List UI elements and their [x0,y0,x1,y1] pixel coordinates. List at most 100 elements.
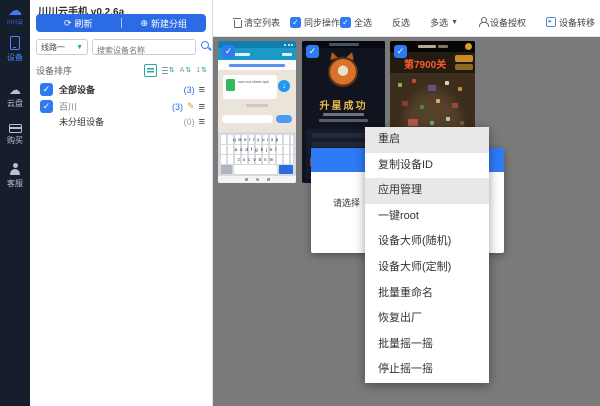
group-row-ungrouped[interactable]: 未分组设备 (0) ≡ [36,114,207,129]
download-icon: ↓ [278,80,290,92]
device-authorize-label: 设备授权 [490,16,526,29]
device-checkbox-checked[interactable]: ✓ [222,45,235,58]
logo-text: 川川云 [2,17,29,25]
sidebar-item-label: 云盘 [7,98,23,109]
device-transfer-label: 设备转移 [559,16,595,29]
app-logo: ☁ 川川云 [0,4,30,26]
device-transfer-button[interactable]: 设备转移 [546,16,595,29]
menu-item-app-manage[interactable]: 应用管理 [365,178,489,204]
checkbox-checked[interactable]: ✓ [40,83,53,96]
content-area: 清空列表 ✓ 同步操作 ✓ 全选 反选 多选 ▼ [213,0,600,406]
chat-input [222,115,273,123]
device-card-1[interactable]: com.sd.client.apk ↓ qwertyuiop asdfghjkl… [218,41,296,183]
sync-operation-label: 同步操作 [304,16,340,29]
sort-by-name-icon[interactable]: A⇅ [180,66,192,74]
transfer-icon [546,17,556,27]
group-label: 百川 [59,100,77,113]
keyboard-bottom-row [221,165,293,174]
checkbox-checked[interactable]: ✓ [40,100,53,113]
apk-file-icon [226,79,235,91]
game-banner-text: 升星成功 [302,97,385,112]
toolbar: 清空列表 ✓ 同步操作 ✓ 全选 反选 多选 ▼ [213,0,600,37]
menu-item-one-key-root[interactable]: 一键root [365,204,489,230]
drag-handle-icon[interactable]: ≡ [199,102,205,112]
sidebar-item-devices[interactable]: 设备 [0,36,30,63]
invert-selection-label: 反选 [392,16,410,29]
refresh-button[interactable]: ⟳ 刷新 [36,14,121,32]
device-checkbox-checked[interactable]: ✓ [306,45,319,58]
game-button [455,64,473,70]
invert-selection-button[interactable]: 反选 [392,16,410,29]
menu-item-batch-shake[interactable]: 批量摇一摇 [365,332,489,358]
file-message-bubble: com.sd.client.apk [223,75,277,99]
select-all-label: 全选 [354,16,372,29]
sort-by-number-icon[interactable]: 1⇅ [196,66,207,74]
menu-item-device-master-custom[interactable]: 设备大师(定制) [365,255,489,281]
device-authorize-button[interactable]: 设备授权 [478,16,526,29]
phone-nav-bar [218,176,296,183]
chat-date-divider [246,104,268,107]
apk-file-name: com.sd.client.apk [238,79,272,84]
enter-key [279,165,293,174]
search-icon[interactable] [201,41,209,49]
sidebar-item-support[interactable]: 客服 [0,163,30,189]
search-input[interactable] [93,44,195,58]
chevron-down-icon: ▼ [451,19,458,26]
cloud-logo-icon: ☁ [0,4,30,17]
chevron-down-icon: ▼ [76,44,83,51]
sidebar-item-cloud-disk[interactable]: ☁ 云盘 [0,84,30,109]
checkbox-checked[interactable]: ✓ [340,17,351,28]
keyboard-row: zxcvbnm [221,155,293,164]
device-checkbox-checked[interactable]: ✓ [394,45,407,58]
phone-icon [10,36,20,50]
sort-icons: ⇅ A⇅ 1⇅ [144,64,207,77]
sidebar-item-label: 设备 [7,52,23,63]
view-mode-icon[interactable] [144,64,157,77]
keyboard-row: asdfghjkl [221,145,293,154]
drag-handle-icon[interactable]: ≡ [199,85,205,95]
group-label: 未分组设备 [59,115,104,128]
sidebar-item-purchase[interactable]: 购买 [0,124,30,146]
trash-icon [233,18,241,27]
game-text-line [319,119,368,122]
menu-item-device-master-random[interactable]: 设备大师(随机) [365,229,489,255]
group-label: 全部设备 [59,83,95,96]
sidebar-item-label: 客服 [7,178,23,189]
drag-handle-icon[interactable]: ≡ [199,117,205,127]
app-window: ☁ 川川云 设备 ☁ 云盘 购买 客服 川川云手机 v0.2.6a ⟳ 刷新 [0,0,600,406]
keyboard-row: qwertyuiop [221,135,293,144]
sidebar-item-label: 购买 [7,135,23,146]
new-group-button[interactable]: ⊕ 新建分组 [122,14,207,32]
game-level-text: 第7900关 [404,56,446,71]
group-row-baichuan[interactable]: ✓ 百川 (3) ✎ ≡ [36,99,207,114]
group-row-all-devices[interactable]: ✓ 全部设备 (3) ≡ [36,82,207,97]
checkbox-checked[interactable]: ✓ [290,17,301,28]
sort-by-list-icon[interactable]: ⇅ [162,66,175,74]
coin-icon [465,43,472,50]
chat-input-row [222,114,292,124]
menu-item-batch-rename[interactable]: 批量重命名 [365,281,489,307]
phone-keyboard: qwertyuiop asdfghjkl zxcvbnm [218,132,296,176]
edit-pencil-icon[interactable]: ✎ [187,101,195,112]
sync-operation-toggle[interactable]: ✓ 同步操作 [290,16,340,29]
sort-row: 设备排序 ⇅ A⇅ 1⇅ [36,62,207,78]
menu-item-copy-device-id[interactable]: 复制设备ID [365,153,489,179]
search-box [92,39,196,55]
device-count: (0) [184,117,195,127]
chat-area: com.sd.client.apk ↓ [218,70,296,132]
device-count: (3) [184,85,195,95]
game-text-line [323,113,364,116]
game-button [455,55,473,62]
menu-item-stop-shake[interactable]: 停止摇一摇 [365,357,489,383]
device-list-panel: 川川云手机 v0.2.6a ⟳ 刷新 ⊕ 新建分组 线路一 ▼ 设备排序 ⇅ [30,0,213,406]
device-action-menu: 重启 复制设备ID 应用管理 一键root 设备大师(随机) 设备大师(定制) … [365,127,489,383]
line-select-dropdown[interactable]: 线路一 ▼ [36,39,88,55]
send-button [276,115,292,123]
menu-item-restart[interactable]: 重启 [365,127,489,153]
menu-item-factory-reset[interactable]: 恢复出厂 [365,306,489,332]
multi-select-dropdown[interactable]: 多选 ▼ [430,16,458,29]
select-all-toggle[interactable]: ✓ 全选 [340,16,372,29]
sidebar: ☁ 川川云 设备 ☁ 云盘 购买 客服 [0,0,30,406]
sort-title: 设备排序 [36,64,72,77]
clear-list-button[interactable]: 清空列表 [233,16,280,29]
